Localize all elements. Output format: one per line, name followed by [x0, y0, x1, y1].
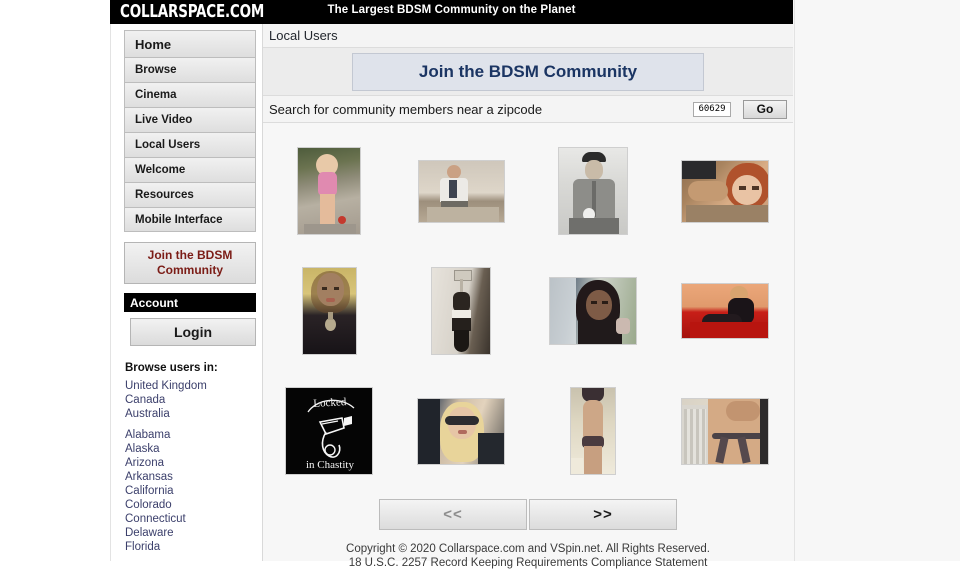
thumbnail-cell	[527, 371, 659, 491]
chastity-lock-icon: Locked in Chastity	[306, 396, 354, 471]
sidebar-item-welcome[interactable]: Welcome	[124, 157, 256, 182]
breadcrumb-label: Local Users	[269, 28, 338, 43]
account-heading-label: Account	[130, 295, 178, 310]
geo-link-alaska[interactable]: Alaska	[125, 442, 262, 456]
right-background-fill	[793, 0, 960, 561]
user-thumbnail[interactable]	[301, 267, 357, 355]
sidebar-item-label: Cinema	[135, 89, 177, 101]
sidebar: Home Browse Cinema Live Video Local User…	[111, 24, 263, 561]
footer-copyright: Copyright © 2020 Collarspace.com and VSp…	[346, 543, 710, 555]
zipcode-input[interactable]	[693, 101, 731, 117]
user-thumbnail[interactable]	[681, 283, 769, 339]
geo-link-delaware[interactable]: Delaware	[125, 526, 262, 540]
thumbnail-cell: Locked in Chastity	[263, 371, 395, 491]
footer: Copyright © 2020 Collarspace.com and VSp…	[263, 542, 793, 570]
sidebar-item-resources[interactable]: Resources	[124, 182, 256, 207]
thumbnail-cell	[263, 131, 395, 251]
breadcrumb: Local Users	[263, 24, 793, 48]
geo-link-united-kingdom[interactable]: United Kingdom	[125, 379, 262, 393]
thumbnail-row	[263, 131, 793, 251]
browse-users-heading: Browse users in:	[125, 362, 218, 374]
thumbnail-cell	[395, 131, 527, 251]
account-section-heading: Account	[124, 293, 256, 312]
geo-link-connecticut[interactable]: Connecticut	[125, 512, 262, 526]
thumbnail-row	[263, 251, 793, 371]
thumbnail-cell	[263, 251, 395, 371]
thumbnail-cell	[395, 371, 527, 491]
sidebar-item-live-video[interactable]: Live Video	[124, 107, 256, 132]
user-thumbnail-grid: Locked in Chastity	[263, 123, 793, 491]
login-button[interactable]: Login	[130, 318, 256, 346]
sidebar-item-label: Mobile Interface	[135, 213, 223, 226]
geo-list-divider	[111, 421, 262, 428]
geo-link-arkansas[interactable]: Arkansas	[125, 470, 262, 484]
user-thumbnail[interactable]	[417, 397, 505, 465]
thumbnail-cell	[527, 131, 659, 251]
user-thumbnail[interactable]	[417, 159, 505, 223]
user-thumbnail-locked-in-chastity-logo[interactable]: Locked in Chastity	[285, 387, 373, 475]
sidebar-item-home[interactable]: Home	[124, 30, 256, 57]
user-thumbnail[interactable]	[570, 387, 616, 475]
sidebar-item-label: Resources	[135, 189, 194, 201]
user-thumbnail[interactable]	[549, 277, 637, 345]
sidebar-join-community-button[interactable]: Join the BDSM Community	[124, 242, 256, 284]
sidebar-item-mobile-interface[interactable]: Mobile Interface	[124, 207, 256, 232]
user-thumbnail[interactable]	[558, 147, 628, 235]
geo-link-canada[interactable]: Canada	[125, 393, 262, 407]
user-thumbnail[interactable]	[681, 159, 769, 223]
footer-compliance-statement[interactable]: 18 U.S.C. 2257 Record Keeping Requiremen…	[263, 556, 793, 570]
join-line-1: Join the BDSM	[147, 248, 233, 262]
user-thumbnail[interactable]	[681, 397, 769, 465]
user-thumbnail[interactable]	[297, 147, 361, 235]
sidebar-item-browse[interactable]: Browse	[124, 57, 256, 82]
sidebar-item-label: Live Video	[135, 114, 193, 126]
sidebar-item-local-users[interactable]: Local Users	[124, 132, 256, 157]
sidebar-item-label: Welcome	[135, 164, 186, 176]
geo-link-arizona[interactable]: Arizona	[125, 456, 262, 470]
geo-link-california[interactable]: California	[125, 484, 262, 498]
geo-link-australia[interactable]: Australia	[125, 407, 262, 421]
svg-text:in Chastity: in Chastity	[306, 459, 354, 471]
svg-text:Locked: Locked	[313, 396, 347, 410]
site-tagline: The Largest BDSM Community on the Planet	[327, 4, 576, 16]
login-button-label: Login	[173, 324, 213, 340]
join-line-2: Community	[157, 263, 223, 277]
join-bdsm-community-banner-button[interactable]: Join the BDSM Community	[352, 52, 704, 91]
sidebar-item-label: Local Users	[135, 139, 201, 151]
thumbnail-cell	[395, 251, 527, 371]
pagination-prev-button[interactable]: <<	[379, 499, 527, 530]
zipcode-search-label: Search for community members near a zipc…	[269, 101, 543, 117]
zipcode-search-row: Search for community members near a zipc…	[263, 96, 793, 123]
join-banner-region: Join the BDSM Community	[263, 48, 793, 96]
thumbnail-cell	[659, 251, 791, 371]
join-banner-label: Join the BDSM Community	[418, 61, 638, 81]
pagination: << >>	[263, 499, 793, 530]
geo-link-florida[interactable]: Florida	[125, 540, 262, 554]
zipcode-go-button[interactable]: Go	[743, 99, 787, 119]
pagination-next-button[interactable]: >>	[529, 499, 677, 530]
thumbnail-cell	[659, 371, 791, 491]
sidebar-item-label: Home	[135, 36, 172, 52]
geo-link-alabama[interactable]: Alabama	[125, 428, 262, 442]
thumbnail-cell	[659, 131, 791, 251]
thumbnail-cell	[527, 251, 659, 371]
user-thumbnail[interactable]	[431, 267, 491, 355]
thumbnail-row: Locked in Chastity	[263, 371, 793, 491]
main-content: Local Users Join the BDSM Community Sear…	[263, 24, 793, 569]
page-canvas: COLLARSPACE.COM The Largest BDSM Communi…	[0, 0, 960, 569]
sidebar-item-cinema[interactable]: Cinema	[124, 82, 256, 107]
geo-link-colorado[interactable]: Colorado	[125, 498, 262, 512]
sidebar-item-label: Browse	[135, 64, 177, 76]
site-header-bar: COLLARSPACE.COM The Largest BDSM Communi…	[110, 0, 793, 24]
